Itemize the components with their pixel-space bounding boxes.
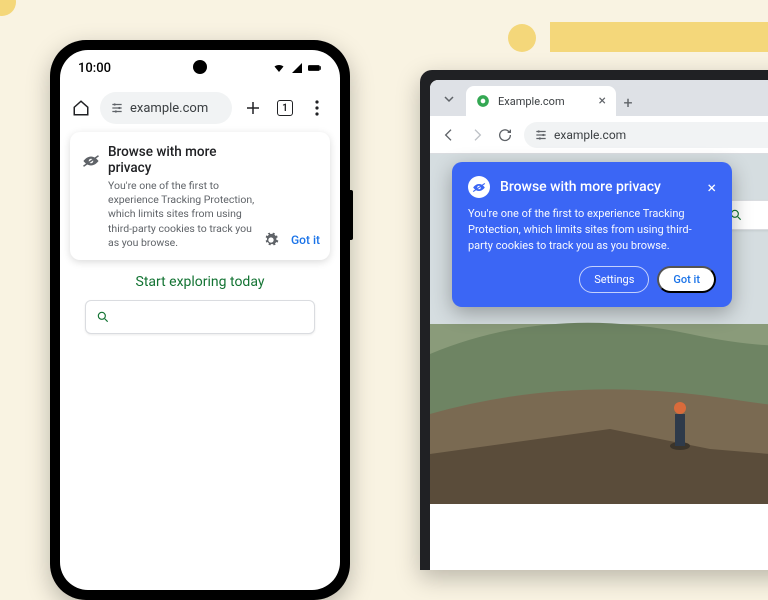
status-time: 10:00 (78, 61, 111, 76)
status-icons (272, 62, 322, 74)
search-icon (96, 310, 110, 324)
back-button[interactable] (440, 126, 458, 144)
tab-close-icon[interactable]: × (599, 93, 606, 109)
got-it-button[interactable]: Got it (657, 266, 716, 293)
home-icon[interactable] (72, 99, 90, 117)
signal-icon (290, 62, 304, 74)
tune-icon (534, 128, 548, 142)
desktop-address-bar[interactable]: example.com (524, 122, 768, 148)
new-tab-button[interactable] (242, 99, 264, 117)
mobile-search-input[interactable] (85, 300, 315, 334)
browser-tab[interactable]: Example.com × (466, 86, 616, 116)
desktop-screen: Example.com × + example.com (430, 80, 768, 570)
settings-button[interactable]: Settings (579, 266, 649, 293)
tab-switcher[interactable]: 1 (274, 100, 296, 116)
tab-title: Example.com (498, 95, 565, 108)
desktop-privacy-callout: Browse with more privacy × You're one of… (452, 162, 732, 307)
desktop-toolbar: example.com (430, 116, 768, 154)
mobile-address-bar[interactable]: example.com (100, 92, 232, 124)
battery-icon (308, 62, 322, 74)
mobile-toolbar: example.com 1 (60, 86, 340, 130)
desktop-callout-title: Browse with more privacy (500, 179, 697, 195)
desktop-callout-desc: You're one of the first to experience Tr… (468, 206, 716, 254)
forward-button[interactable] (468, 126, 486, 144)
mobile-page-content: Start exploring today (60, 260, 340, 334)
mobile-callout-title: Browse with more privacy (108, 144, 258, 176)
phone-frame: 10:00 example.com 1 Browse with more pri… (50, 40, 350, 600)
favicon-icon (476, 94, 490, 108)
power-button (350, 190, 353, 240)
phone-camera (193, 60, 207, 74)
tab-strip: Example.com × + (430, 80, 768, 116)
menu-button[interactable] (306, 100, 328, 116)
window-minimize-icon[interactable] (438, 88, 460, 110)
mobile-url: example.com (130, 101, 208, 116)
desktop-url: example.com (554, 128, 626, 142)
eye-off-icon (468, 176, 490, 198)
wifi-icon (272, 62, 286, 74)
landscape-image (60, 304, 340, 524)
tune-icon (110, 101, 124, 115)
close-button[interactable]: × (707, 178, 716, 197)
mobile-got-it-button[interactable]: Got it (291, 233, 320, 247)
new-tab-button[interactable]: + (616, 93, 640, 112)
deco-dot (0, 0, 16, 16)
deco-dot (508, 24, 536, 52)
eye-off-icon (82, 154, 100, 168)
gear-icon[interactable] (263, 232, 279, 248)
mobile-hero-text: Start exploring today (136, 274, 265, 290)
phone-screen: 10:00 example.com 1 Browse with more pri… (60, 50, 340, 590)
reload-button[interactable] (496, 126, 514, 144)
mobile-privacy-callout: Browse with more privacy You're one of t… (70, 132, 330, 260)
deco-bar (550, 22, 768, 52)
mobile-callout-desc: You're one of the first to experience Tr… (108, 179, 258, 250)
desktop-frame: Example.com × + example.com (420, 70, 768, 570)
